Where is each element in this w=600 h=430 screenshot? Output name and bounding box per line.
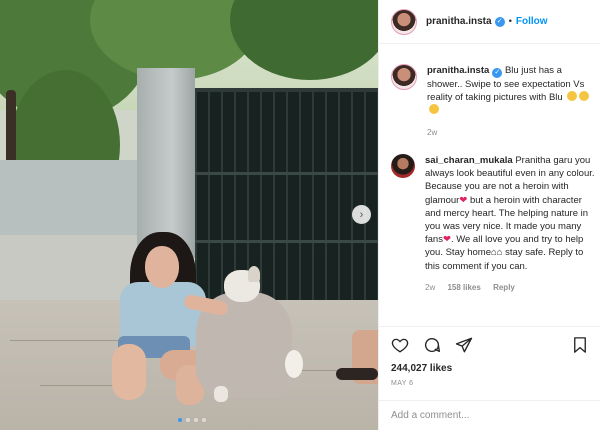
- comment-body: sai_charan_mukala Pranitha garu you alwa…: [425, 154, 595, 294]
- separator-dot: •: [508, 16, 512, 27]
- comments-list[interactable]: pranitha.insta ✓ Blu just has a shower.. …: [379, 44, 600, 326]
- post-side-panel: pranitha.insta ✓ • Follow pranitha.insta…: [378, 0, 600, 430]
- add-comment-input[interactable]: [391, 410, 591, 421]
- emoji-icon: [429, 104, 439, 115]
- emoji-icon: [567, 91, 578, 102]
- gate-rail: [195, 172, 378, 175]
- person-face: [145, 246, 179, 288]
- person-leg: [112, 344, 146, 400]
- ground-crack: [10, 340, 120, 341]
- comment-likes[interactable]: 158 likes: [447, 283, 480, 292]
- emoji-icon: [579, 91, 590, 102]
- reply-button[interactable]: Reply: [493, 283, 515, 292]
- carousel-dot: [202, 418, 206, 422]
- carousel-dot: [178, 418, 182, 422]
- comment-username[interactable]: sai_charan_mukala: [425, 155, 513, 166]
- follow-button[interactable]: Follow: [516, 16, 548, 27]
- share-icon[interactable]: [455, 336, 473, 354]
- gate-pillar: [137, 68, 195, 258]
- bystander-slipper: [336, 368, 378, 380]
- comment: sai_charan_mukala Pranitha garu you alwa…: [391, 154, 595, 294]
- caption-body: pranitha.insta ✓ Blu just has a shower.. …: [427, 64, 597, 139]
- avatar[interactable]: [391, 64, 417, 90]
- gate-rail: [195, 240, 378, 243]
- caption-meta: 2w: [427, 126, 597, 139]
- instagram-post-modal: › pranitha.insta ✓ • Follow pranitha.ins…: [0, 0, 600, 430]
- chevron-right-icon: ›: [359, 208, 364, 221]
- carousel-dot: [194, 418, 198, 422]
- verified-badge-icon: ✓: [494, 16, 505, 27]
- add-comment-bar: [379, 400, 600, 430]
- gate-bars: [195, 92, 378, 314]
- verified-badge-icon: ✓: [492, 68, 503, 78]
- dog-tail: [285, 350, 303, 378]
- caption-time[interactable]: 2w: [427, 128, 437, 137]
- dog-ear: [248, 266, 260, 282]
- post-photo[interactable]: ›: [0, 0, 378, 430]
- post-date[interactable]: MAY 6: [391, 380, 589, 387]
- comment-time[interactable]: 2w: [425, 283, 435, 292]
- comment-meta: 2w 158 likes Reply: [425, 281, 595, 294]
- author-username[interactable]: pranitha.insta: [426, 16, 492, 27]
- caption-username[interactable]: pranitha.insta: [427, 65, 489, 76]
- action-icons: [391, 335, 589, 355]
- dog-paw: [214, 386, 228, 402]
- heart-icon[interactable]: [391, 336, 409, 354]
- post-header: pranitha.insta ✓ • Follow: [379, 0, 600, 44]
- post-actions: 244,027 likes MAY 6: [379, 326, 600, 402]
- carousel-dot: [186, 418, 190, 422]
- avatar[interactable]: [391, 154, 415, 178]
- house-emoji-icon: ⌂⌂: [491, 247, 503, 259]
- heart-emoji-icon: ❤: [459, 194, 468, 206]
- bookmark-icon[interactable]: [571, 336, 589, 354]
- avatar[interactable]: [391, 8, 417, 35]
- caption: pranitha.insta ✓ Blu just has a shower.. …: [391, 64, 597, 139]
- likes-count[interactable]: 244,027 likes: [391, 363, 589, 374]
- heart-emoji-icon: ❤: [442, 234, 451, 246]
- carousel-dots: [178, 418, 206, 422]
- carousel-next-button[interactable]: ›: [352, 205, 371, 224]
- iron-gate: [195, 88, 378, 314]
- comment-icon[interactable]: [423, 336, 441, 354]
